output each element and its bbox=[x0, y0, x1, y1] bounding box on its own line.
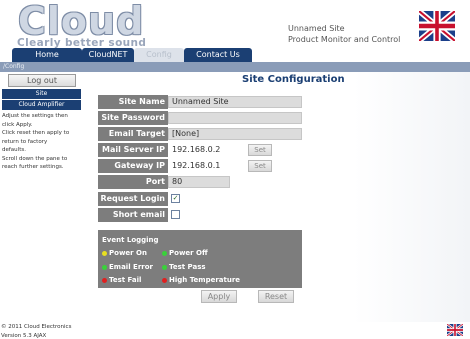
status-dot-icon bbox=[102, 277, 107, 283]
tab-home[interactable]: Home bbox=[12, 48, 82, 62]
uk-flag-icon[interactable] bbox=[447, 324, 463, 336]
event-logging-panel: Event Logging Power On Power Off Email E… bbox=[98, 230, 302, 288]
request-login-label: Request Login bbox=[98, 192, 168, 206]
event-label: High Temperature bbox=[169, 276, 241, 284]
tab-cloudnet[interactable]: CloudNET bbox=[82, 48, 134, 62]
version: Version 5.3 AJAX bbox=[1, 333, 47, 339]
help-line: click Apply. bbox=[2, 121, 33, 128]
help-line: defaults. bbox=[2, 147, 26, 153]
help-line: reach further settings. bbox=[2, 164, 64, 170]
short-email-format-label: Short email format bbox=[98, 208, 168, 233]
mail-server-set-button[interactable]: Set bbox=[248, 144, 272, 156]
event-label: Test Fail bbox=[109, 276, 142, 284]
help-text: Adjust the settings then click Apply. Cl… bbox=[2, 112, 82, 172]
status-dot-icon bbox=[162, 277, 167, 283]
gateway-ip-label: Gateway IP bbox=[98, 159, 168, 173]
port-label: Port bbox=[98, 175, 168, 189]
status-dot-icon bbox=[162, 264, 167, 270]
event-label: Email Error bbox=[109, 263, 153, 271]
request-login-checkbox[interactable]: ✓ bbox=[171, 194, 180, 203]
help-line: Click reset then apply to bbox=[2, 130, 70, 136]
sidebar-item-cloud-amplifier[interactable]: Cloud Amplifier bbox=[2, 100, 81, 110]
tab-contact-us[interactable]: Contact Us bbox=[184, 48, 252, 62]
site-password-field[interactable] bbox=[168, 112, 302, 124]
mail-server-ip-label: Mail Server IP bbox=[98, 143, 168, 157]
event-email-error[interactable]: Email Error bbox=[102, 263, 153, 271]
reset-button[interactable]: Reset bbox=[258, 290, 294, 303]
site-name-label: Site Name bbox=[98, 95, 168, 109]
help-line: return to factory bbox=[2, 138, 48, 145]
status-dot-icon bbox=[162, 250, 167, 256]
status-dot-icon bbox=[102, 250, 107, 256]
footer: © 2011 Cloud Electronics Version 5.3 AJA… bbox=[0, 322, 470, 339]
header-site-name: Unnamed Site bbox=[288, 24, 345, 33]
port-field[interactable]: 80 bbox=[168, 176, 230, 188]
help-line: Adjust the settings then bbox=[2, 113, 68, 119]
header-product: Product Monitor and Control bbox=[288, 35, 401, 44]
event-test-fail[interactable]: Test Fail bbox=[102, 276, 141, 284]
breadcrumb-bar: /Config bbox=[0, 62, 470, 72]
event-logging-title: Event Logging bbox=[102, 236, 159, 244]
tab-config[interactable]: Config bbox=[134, 48, 184, 62]
main-tabs: Home CloudNET Config Contact Us bbox=[0, 48, 470, 62]
email-target-field[interactable]: [None] bbox=[168, 128, 302, 140]
event-power-off[interactable]: Power Off bbox=[162, 249, 208, 257]
apply-button[interactable]: Apply bbox=[201, 290, 237, 303]
event-label: Power Off bbox=[169, 249, 208, 257]
gateway-set-button[interactable]: Set bbox=[248, 160, 272, 172]
event-power-on[interactable]: Power On bbox=[102, 249, 147, 257]
copyright: © 2011 Cloud Electronics bbox=[1, 324, 72, 330]
logout-button[interactable]: Log out bbox=[8, 74, 76, 87]
page-title: Site Configuration bbox=[242, 74, 345, 85]
site-password-label: Site Password bbox=[98, 111, 168, 125]
help-line: Scroll down the pane to bbox=[2, 155, 68, 162]
mail-server-ip-field[interactable]: 192.168.0.2 bbox=[168, 144, 244, 156]
gateway-ip-field[interactable]: 192.168.0.1 bbox=[168, 160, 244, 172]
event-test-pass[interactable]: Test Pass bbox=[162, 263, 206, 271]
email-target-label: Email Target bbox=[98, 127, 168, 141]
sidebar-item-site[interactable]: Site bbox=[2, 89, 81, 99]
site-name-field[interactable]: Unnamed Site bbox=[168, 96, 302, 108]
logo: Cloud bbox=[18, 0, 145, 43]
event-label: Test Pass bbox=[169, 263, 206, 271]
uk-flag-icon[interactable] bbox=[419, 11, 455, 41]
breadcrumb: /Config bbox=[3, 63, 25, 70]
event-label: Power On bbox=[109, 249, 147, 257]
sidebar: Log out Site Cloud Amplifier Adjust the … bbox=[0, 72, 82, 327]
event-high-temperature[interactable]: High Temperature bbox=[162, 276, 240, 284]
short-email-format-checkbox[interactable] bbox=[171, 210, 180, 219]
status-dot-icon bbox=[102, 264, 107, 270]
